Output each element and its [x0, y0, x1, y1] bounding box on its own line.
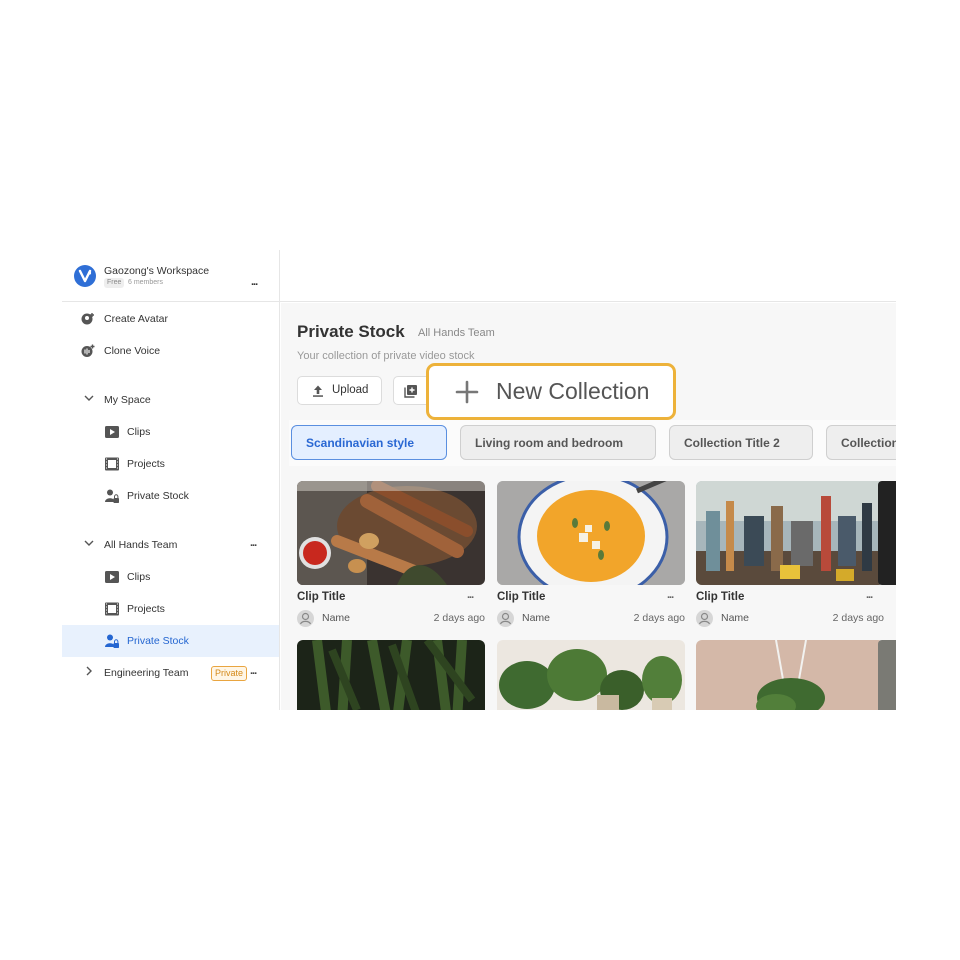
collection-chip[interactable]: Collection Title 2	[669, 425, 813, 460]
collection-chip-label: Collection	[841, 436, 896, 450]
new-collection-button[interactable]: New Collection	[426, 363, 676, 420]
clip-thumbnail[interactable]	[696, 640, 884, 710]
user-avatar-icon	[497, 610, 514, 627]
section-label: Engineering Team	[104, 667, 189, 679]
clip-thumbnail[interactable]	[497, 481, 685, 585]
engineering-more-button[interactable]: ...	[250, 665, 257, 677]
clip-thumbnail[interactable]	[297, 481, 485, 585]
clip-thumbnail-partial[interactable]	[878, 640, 896, 710]
sidebar-section-engineering-team[interactable]: Engineering Team Private ...	[62, 657, 279, 689]
clips-icon	[105, 571, 119, 583]
clip-owner: Name	[322, 612, 351, 624]
clip-thumbnail-partial[interactable]	[878, 481, 896, 585]
sidebar-item-label: Clips	[127, 426, 151, 438]
clone-voice-icon	[81, 344, 95, 357]
chevron-down-icon[interactable]	[82, 391, 96, 405]
top-bar	[280, 250, 896, 302]
upload-button[interactable]: Upload	[297, 376, 382, 405]
sidebar-item-label: Clone Voice	[104, 345, 161, 357]
collection-chip[interactable]: Scandinavian style	[291, 425, 447, 460]
clip-more-button[interactable]: ...	[866, 589, 873, 601]
sidebar-item-label: Projects	[127, 603, 165, 615]
sidebar-section-all-hands-team[interactable]: All Hands Team ...	[62, 529, 279, 561]
chevron-down-icon[interactable]	[82, 536, 96, 550]
section-label: All Hands Team	[104, 539, 178, 551]
private-stock-icon	[105, 634, 119, 648]
create-avatar-icon	[81, 313, 94, 325]
workspace-header[interactable]: Gaozong's Workspace Free 6 members ...	[62, 250, 280, 302]
main-content: Private Stock All Hands Team Your collec…	[281, 303, 896, 710]
clips-icon	[105, 426, 119, 438]
sidebar-item-label: Private Stock	[127, 490, 189, 502]
clip-title: Clip Title	[497, 591, 546, 603]
sidebar-item-team-projects[interactable]: Projects	[62, 593, 279, 625]
upload-icon	[313, 385, 323, 397]
sidebar-item-my-projects[interactable]: Projects	[62, 448, 279, 480]
section-label: My Space	[104, 394, 151, 406]
page-subtitle: Your collection of private video stock	[297, 350, 475, 362]
sidebar-item-my-private-stock[interactable]: Private Stock	[62, 480, 279, 512]
sidebar-item-label: Private Stock	[127, 635, 189, 647]
clip-title: Clip Title	[696, 591, 745, 603]
collection-chip[interactable]: Living room and bedroom	[460, 425, 656, 460]
plus-icon	[455, 380, 479, 404]
sidebar-section-my-space[interactable]: My Space	[62, 384, 279, 416]
clip-thumbnail[interactable]	[497, 640, 685, 710]
clip-owner: Name	[522, 612, 551, 624]
sidebar-item-label: Create Avatar	[104, 313, 169, 325]
workspace-more-button[interactable]: ...	[251, 276, 258, 288]
clip-more-button[interactable]: ...	[667, 589, 674, 601]
new-collection-label: New Collection	[496, 378, 650, 404]
upload-label: Upload	[332, 384, 369, 396]
clip-more-button[interactable]: ...	[467, 589, 474, 601]
chevron-right-icon[interactable]	[82, 664, 96, 678]
sidebar-item-label: Projects	[127, 458, 165, 470]
workspace-logo-icon	[74, 265, 96, 287]
sidebar-item-label: Clips	[127, 571, 151, 583]
collection-chip-label: Collection Title 2	[684, 436, 780, 450]
team-tag: All Hands Team	[418, 327, 495, 339]
clip-date: 2 days ago	[832, 612, 884, 624]
sidebar-item-team-private-stock[interactable]: Private Stock	[62, 625, 279, 657]
page-title: Private Stock	[297, 322, 405, 341]
user-avatar-icon	[297, 610, 314, 627]
collection-tabs: Scandinavian style Living room and bedro…	[289, 420, 896, 466]
team-more-button[interactable]: ...	[250, 537, 257, 549]
clip-thumbnail[interactable]	[297, 640, 485, 710]
collection-chip-label: Scandinavian style	[306, 436, 415, 450]
sidebar-item-my-clips[interactable]: Clips	[62, 416, 279, 448]
user-avatar-icon	[696, 610, 713, 627]
private-stock-icon	[105, 489, 119, 503]
projects-icon	[105, 602, 119, 616]
collection-chip-label: Living room and bedroom	[475, 436, 624, 450]
clip-owner: Name	[721, 612, 750, 624]
workspace-name: Gaozong's Workspace	[104, 265, 210, 277]
app-window: Gaozong's Workspace Free 6 members ... C…	[62, 250, 896, 710]
clip-thumbnail[interactable]	[696, 481, 884, 585]
private-badge: Private	[211, 666, 248, 681]
clip-date: 2 days ago	[433, 612, 485, 624]
add-collection-icon	[404, 385, 417, 398]
sidebar-item-team-clips[interactable]: Clips	[62, 561, 279, 593]
clip-date: 2 days ago	[633, 612, 685, 624]
sidebar: Gaozong's Workspace Free 6 members ... C…	[62, 250, 280, 710]
clip-title: Clip Title	[297, 591, 346, 603]
sidebar-item-clone-voice[interactable]: Clone Voice	[62, 335, 279, 367]
sidebar-item-create-avatar[interactable]: Create Avatar	[62, 303, 279, 335]
projects-icon	[105, 457, 119, 471]
plan-badge: Free	[104, 278, 125, 288]
collection-chip[interactable]: Collection	[826, 425, 896, 460]
member-count: 6 members	[128, 279, 164, 286]
